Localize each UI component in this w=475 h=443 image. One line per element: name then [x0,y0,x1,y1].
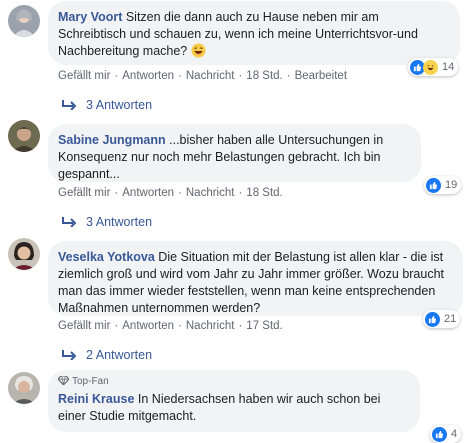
message-link[interactable]: Nachricht [186,70,235,82]
top-fan-label: Top-Fan [72,376,109,387]
like-icon [425,311,440,327]
avatar-photo-icon [8,5,40,37]
like-icon [426,177,441,193]
laughing-emoji-icon [191,43,206,63]
reply-arrow-icon [62,350,76,360]
reaction-summary[interactable]: 14 [408,58,459,76]
replies-label[interactable]: 3 Antworten [86,215,152,229]
reaction-count: 14 [442,61,455,73]
avatar[interactable] [8,238,40,270]
comment-bubble: Mary Voort Sitzen die dann auch zu Hause… [48,1,460,65]
avatar[interactable] [8,5,40,37]
comment-actions: Gefällt mir · Antworten · Nachricht · 18 Std. ·… [58,70,348,82]
message-link[interactable]: Nachricht [186,187,235,199]
comment-actions: Gefällt mir · Antworten · Nachricht · 18 Std. [58,187,283,199]
comment-bubble: Top-Fan Reini Krause In Niedersachsen ha… [48,370,420,432]
replies-label[interactable]: 2 Antworten [86,348,152,362]
haha-icon [423,59,438,75]
avatar[interactable] [8,120,40,152]
reaction-count: 4 [451,428,458,440]
like-icon [432,426,447,442]
reply-link[interactable]: Antworten [122,187,174,199]
like-link[interactable]: Gefällt mir [58,70,110,82]
avatar[interactable] [8,372,40,404]
reaction-count: 19 [445,179,458,191]
timestamp[interactable]: 18 Std. [246,70,282,82]
reply-link[interactable]: Antworten [122,70,174,82]
comment-author[interactable]: Mary Voort [58,10,122,24]
replies-label[interactable]: 3 Antworten [86,98,152,112]
reaction-summary[interactable]: 21 [423,310,461,328]
diamond-icon [57,375,70,389]
reaction-summary[interactable]: 19 [424,176,462,194]
view-replies-link[interactable]: 3 Antworten [62,215,152,229]
comment-author[interactable]: Veselka Yotkova [58,250,155,264]
reply-arrow-icon [62,217,76,227]
comment-bubble: Sabine Jungmann ...bisher haben alle Unt… [48,124,421,182]
reply-arrow-icon [62,100,76,110]
message-link[interactable]: Nachricht [186,320,235,332]
view-replies-link[interactable]: 2 Antworten [62,348,152,362]
like-link[interactable]: Gefällt mir [58,320,110,332]
edited-label[interactable]: Bearbeitet [295,70,347,82]
avatar-photo-icon [8,120,40,152]
comment-actions: Gefällt mir · Antworten · Nachricht · 17 Std. [58,320,283,332]
reaction-count: 21 [444,313,457,325]
comment-author[interactable]: Sabine Jungmann [58,133,166,147]
view-replies-link[interactable]: 3 Antworten [62,98,152,112]
top-fan-badge: Top-Fan [57,375,408,389]
like-link[interactable]: Gefällt mir [58,187,110,199]
avatar-photo-icon [8,372,40,404]
comment-author[interactable]: Reini Krause [58,392,134,406]
reply-link[interactable]: Antworten [122,320,174,332]
timestamp[interactable]: 18 Std. [246,187,282,199]
timestamp[interactable]: 17 Std. [246,320,282,332]
reaction-summary[interactable]: 4 [430,425,462,443]
avatar-photo-icon [8,238,40,270]
comment-bubble: Veselka Yotkova Die Situation mit der Be… [48,241,463,316]
